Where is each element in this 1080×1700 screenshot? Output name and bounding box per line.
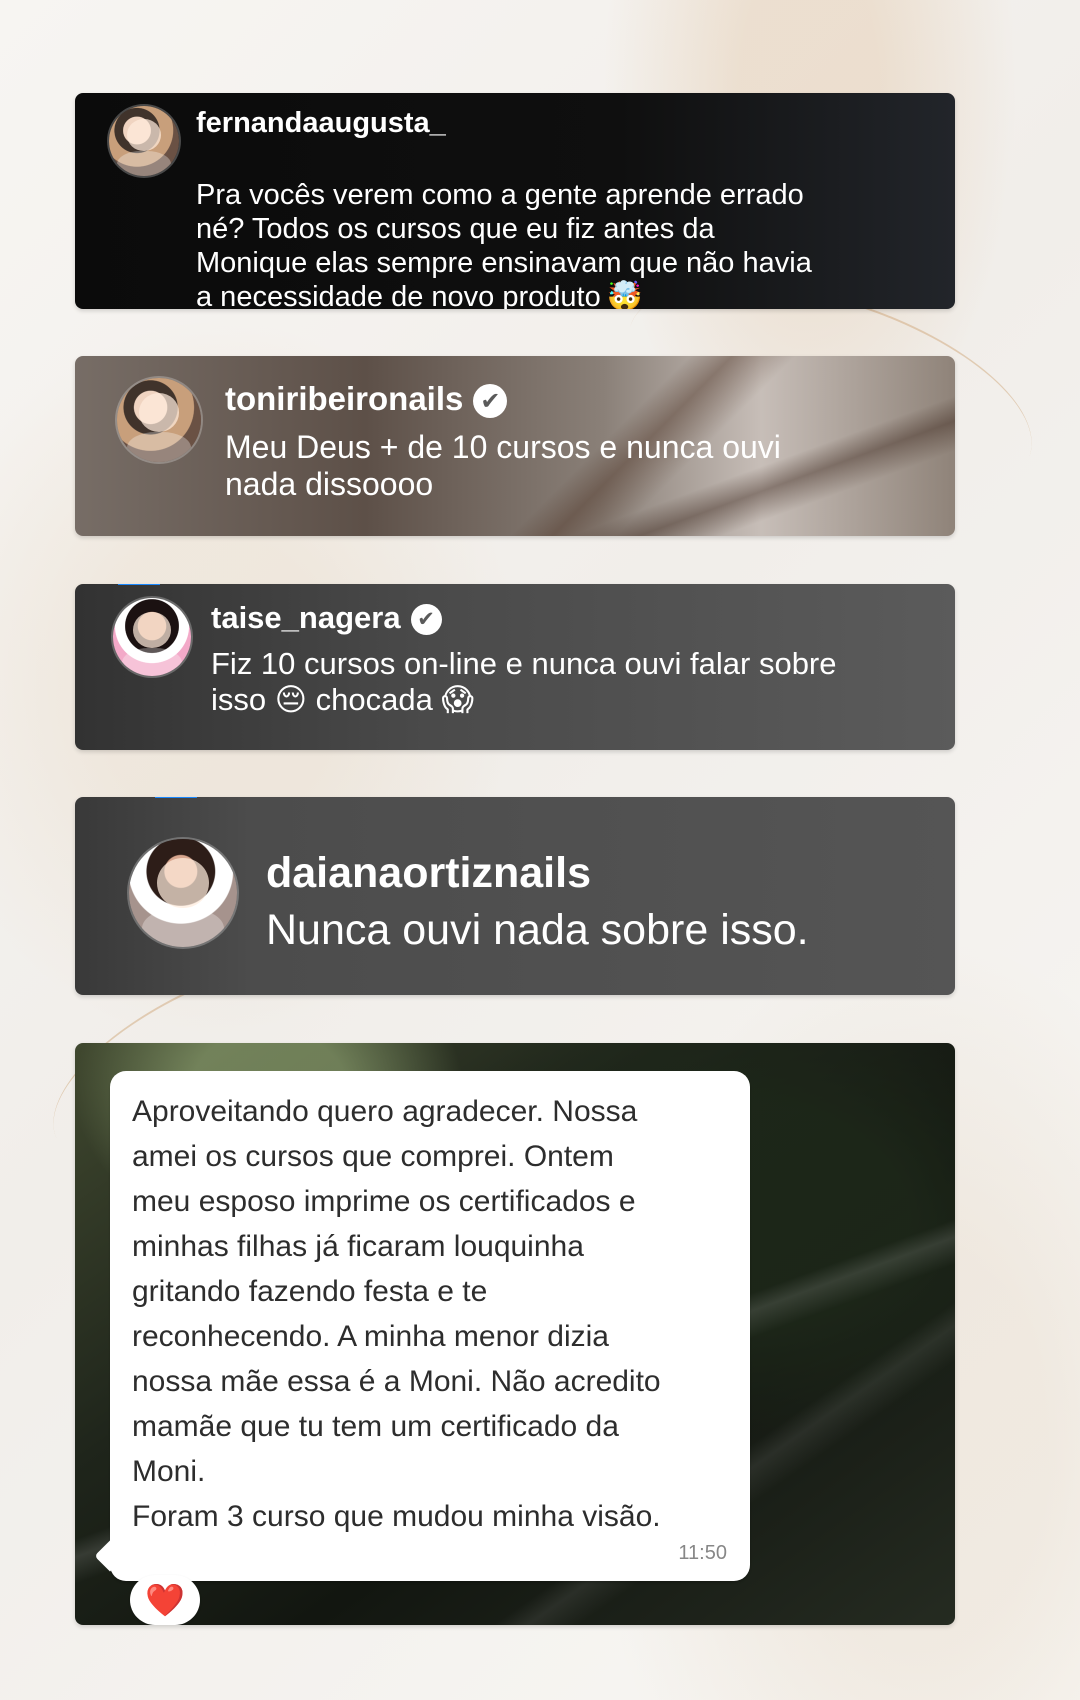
username-row: toniribeironails ✔	[225, 380, 508, 419]
comment-message: Pra vocês verem como a gente aprende err…	[196, 178, 812, 309]
heart-icon[interactable]: ❤️	[130, 1575, 200, 1625]
avatar[interactable]	[129, 839, 237, 947]
comment-card-fernanda: fernandaaugusta_ Pra vocês verem como a …	[75, 93, 955, 309]
comment-message: Fiz 10 cursos on-line e nunca ouvi falar…	[211, 646, 837, 718]
comment-card-daiana-ortiz: daianaortiznails Nunca ouvi nada sobre i…	[75, 797, 955, 995]
scroll-indicator	[118, 584, 160, 585]
chat-time: 11:50	[678, 1542, 727, 1564]
avatar[interactable]	[113, 598, 191, 676]
verified-badge-icon: ✔	[473, 384, 508, 419]
chat-message-bubble[interactable]: Aproveitando quero agradecer. Nossa amei…	[110, 1071, 750, 1581]
username-row: taise_nagera ✔	[211, 600, 442, 636]
username[interactable]: toniribeironails	[225, 380, 463, 417]
comment-card-taise-nagera: taise_nagera ✔ Fiz 10 cursos on-line e nu…	[75, 584, 955, 750]
username[interactable]: taise_nagera	[211, 600, 401, 635]
username[interactable]: daianaortiznails	[266, 849, 591, 898]
comment-text: Pra vocês verem como a gente aprende err…	[196, 145, 916, 309]
chat-message-text: Aproveitando quero agradecer. Nossa amei…	[132, 1095, 661, 1533]
comment-card-toniribeironails: toniribeironails ✔ Meu Deus + de 10 curso…	[75, 356, 955, 536]
avatar[interactable]	[117, 378, 201, 462]
chat-card: Aproveitando quero agradecer. Nossa amei…	[75, 1043, 955, 1625]
username[interactable]: fernandaaugusta_	[196, 107, 446, 140]
comment-message: Nunca ouvi nada sobre isso.	[266, 906, 809, 954]
scroll-indicator	[155, 797, 197, 798]
mind-blown-emoji: 🤯	[606, 280, 643, 309]
verified-badge-icon: ✔	[410, 604, 442, 636]
comment-message: Meu Deus + de 10 cursos e nunca ouvi nad…	[225, 429, 781, 503]
avatar[interactable]	[109, 106, 179, 176]
